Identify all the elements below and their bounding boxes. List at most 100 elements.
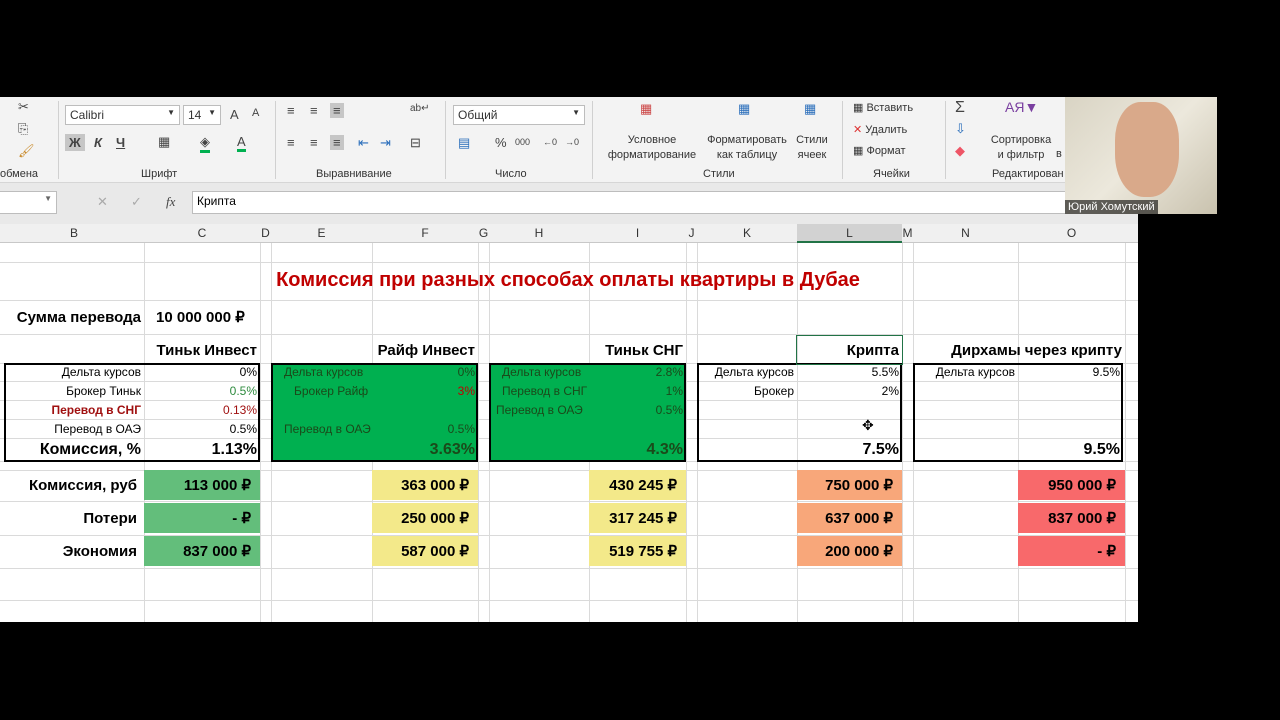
column-header-B[interactable]: B xyxy=(4,226,144,240)
italic-button[interactable]: К xyxy=(94,135,102,150)
align-bottom-icon[interactable]: ≡ xyxy=(330,103,344,118)
copy-icon[interactable]: ⎘ xyxy=(18,121,28,137)
detail-label[interactable]: Дельта курсов xyxy=(913,363,1018,381)
currency-icon[interactable]: ▤ xyxy=(458,135,470,151)
column-header-O[interactable]: O xyxy=(1018,226,1125,240)
total-label[interactable]: Комиссия, % xyxy=(4,438,144,461)
detail-label[interactable]: Брокер xyxy=(697,381,797,400)
wrap-text-icon[interactable]: ab↵ xyxy=(410,103,430,114)
font-color-icon[interactable]: A xyxy=(237,134,246,152)
align-right-icon[interactable]: ≡ xyxy=(330,135,344,150)
summary-value-raif_invest[interactable]: 250 000 ₽ xyxy=(372,503,472,533)
block-header-dirhams[interactable]: Дирхамы через крипту xyxy=(913,336,1125,364)
summary-value-tinkoff_invest[interactable]: 837 000 ₽ xyxy=(144,536,254,566)
font-size-select[interactable]: 14 ▼ xyxy=(183,105,221,125)
total-value-tinkoff-invest[interactable]: 1.13% xyxy=(144,438,260,461)
detail-value[interactable]: 1% xyxy=(589,381,686,400)
detail-value[interactable]: 0.5% xyxy=(372,419,478,438)
insert-cells-button[interactable]: ▦ Вставить xyxy=(853,101,913,114)
format-painter-icon[interactable]: 🖌 xyxy=(18,143,35,159)
sort-filter-button[interactable]: Сортировка и фильтр xyxy=(985,133,1057,163)
summary-value-dirhams[interactable]: 950 000 ₽ xyxy=(1018,470,1119,500)
fill-icon[interactable]: ⇩ xyxy=(955,121,966,137)
column-header-I[interactable]: I xyxy=(589,226,686,240)
increase-indent-icon[interactable]: ⇥ xyxy=(380,135,391,151)
detail-value[interactable]: 0.5% xyxy=(589,400,686,419)
align-top-icon[interactable]: ≡ xyxy=(287,103,295,118)
spreadsheet-grid[interactable]: 113 000 ₽ 363 000 ₽ 430 245 ₽ 750 000 ₽ 950 … xyxy=(0,243,1138,622)
detail-value[interactable]: 0% xyxy=(372,363,478,381)
detail-label[interactable]: Перевод в ОАЭ xyxy=(4,419,144,438)
column-header-H[interactable]: H xyxy=(489,226,589,240)
shrink-font-icon[interactable]: A xyxy=(252,107,259,119)
enter-icon[interactable]: ✓ xyxy=(131,194,142,210)
summary-value-crypto[interactable]: 200 000 ₽ xyxy=(797,536,896,566)
total-value-raif[interactable]: 3.63% xyxy=(372,438,478,461)
block-header-tinkoff_cis[interactable]: Тиньк СНГ xyxy=(589,336,686,364)
column-header-C[interactable]: C xyxy=(144,226,260,240)
summary-value-raif_invest[interactable]: 363 000 ₽ xyxy=(372,470,472,500)
detail-label[interactable]: Брокер Райф xyxy=(276,381,372,400)
summary-value-dirhams[interactable]: - ₽ xyxy=(1018,536,1119,566)
name-box[interactable]: ▼ xyxy=(0,191,57,214)
total-value-dirhams[interactable]: 9.5% xyxy=(1018,438,1123,461)
detail-label[interactable]: Перевод в СНГ xyxy=(492,381,589,400)
column-header-J[interactable]: J xyxy=(686,226,697,240)
thousands-button[interactable]: 000 xyxy=(515,137,530,147)
bold-button[interactable]: Ж xyxy=(65,134,85,151)
detail-label[interactable]: Дельта курсов xyxy=(492,363,589,381)
summary-value-crypto[interactable]: 637 000 ₽ xyxy=(797,503,896,533)
decrease-decimal-icon[interactable]: →0 xyxy=(565,137,579,147)
fill-color-icon[interactable]: ◈ xyxy=(200,134,210,153)
number-format-select[interactable]: Общий ▼ xyxy=(453,105,585,125)
find-select-button[interactable]: в xyxy=(1056,148,1062,160)
underline-button[interactable]: Ч xyxy=(116,135,125,150)
column-header-D[interactable]: D xyxy=(260,226,271,240)
format-as-table-button[interactable]: Форматировать как таблицу xyxy=(704,133,790,163)
column-header-K[interactable]: K xyxy=(697,226,797,240)
amount-label[interactable]: Сумма перевода xyxy=(4,300,144,334)
detail-value[interactable]: 0.5% xyxy=(144,381,260,400)
percent-button[interactable]: % xyxy=(495,135,507,150)
autosum-icon[interactable]: Σ xyxy=(955,99,965,117)
column-header-F[interactable]: F xyxy=(372,226,478,240)
total-value-crypto[interactable]: 7.5% xyxy=(797,438,902,461)
summary-value-raif_invest[interactable]: 587 000 ₽ xyxy=(372,536,472,566)
conditional-formatting-button[interactable]: Условное форматирование xyxy=(600,133,704,163)
cut-icon[interactable]: ✂ xyxy=(18,99,29,115)
summary-value-tinkoff_invest[interactable]: 113 000 ₽ xyxy=(144,470,254,500)
summary-label[interactable]: Потери xyxy=(4,503,140,533)
detail-label[interactable]: Брокер Тиньк xyxy=(4,381,144,400)
column-header-M[interactable]: M xyxy=(902,226,913,240)
merge-icon[interactable]: ⊟ xyxy=(410,135,421,151)
increase-decimal-icon[interactable]: ←0 xyxy=(543,137,557,147)
summary-label[interactable]: Комиссия, руб xyxy=(4,470,140,500)
cell-styles-button[interactable]: Стили ячеек xyxy=(790,133,834,163)
function-icon[interactable]: fx xyxy=(166,194,175,210)
total-value-tinkoff-cis[interactable]: 4.3% xyxy=(589,438,686,461)
detail-label[interactable]: Перевод в ОАЭ xyxy=(276,419,372,438)
detail-value[interactable]: 2.8% xyxy=(589,363,686,381)
align-left-icon[interactable]: ≡ xyxy=(287,135,295,150)
column-header-N[interactable]: N xyxy=(913,226,1018,240)
column-header-G[interactable]: G xyxy=(478,226,489,240)
detail-value[interactable]: 9.5% xyxy=(1018,363,1123,381)
formula-input[interactable]: Крипта xyxy=(192,191,1138,214)
format-cells-button[interactable]: ▦ Формат xyxy=(853,144,906,157)
block-header-raif_invest[interactable]: Райф Инвест xyxy=(372,336,478,364)
decrease-indent-icon[interactable]: ⇤ xyxy=(358,135,369,151)
summary-value-dirhams[interactable]: 837 000 ₽ xyxy=(1018,503,1119,533)
align-center-icon[interactable]: ≡ xyxy=(310,135,318,150)
column-header-E[interactable]: E xyxy=(271,226,372,240)
borders-icon[interactable]: ▦ xyxy=(158,134,170,150)
summary-value-crypto[interactable]: 750 000 ₽ xyxy=(797,470,896,500)
detail-label[interactable]: Дельта курсов xyxy=(276,363,372,381)
summary-value-tinkoff_cis[interactable]: 317 245 ₽ xyxy=(589,503,680,533)
detail-value[interactable]: 0% xyxy=(144,363,260,381)
amount-value[interactable]: 10 000 000 ₽ xyxy=(144,300,260,334)
summary-label[interactable]: Экономия xyxy=(4,536,140,566)
font-name-select[interactable]: Calibri ▼ xyxy=(65,105,180,125)
detail-label[interactable]: Перевод в ОАЭ xyxy=(492,400,589,419)
clear-icon[interactable]: ◆ xyxy=(955,143,965,159)
detail-value[interactable]: 0.13% xyxy=(144,400,260,419)
